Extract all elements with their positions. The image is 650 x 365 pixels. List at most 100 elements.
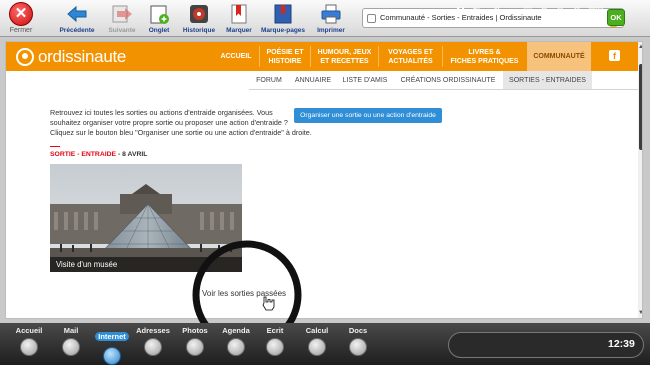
- dock-photos[interactable]: Photos: [175, 326, 215, 356]
- tools-icon[interactable]: ⚒: [456, 6, 465, 18]
- nav-humour[interactable]: HUMOUR, JEUX ET RECETTES: [311, 42, 378, 71]
- print-button[interactable]: Imprimer: [311, 3, 351, 34]
- bookmark-button[interactable]: Marquer: [222, 3, 256, 34]
- nav-label: POÉSIE ET: [266, 48, 304, 56]
- nav-label: ACTUALITÉS: [388, 57, 433, 65]
- nav-label: VOYAGES ET: [388, 48, 433, 56]
- new-tab-label: Onglet: [148, 27, 170, 34]
- nav-accueil[interactable]: ACCUEIL: [213, 42, 259, 71]
- site-logo[interactable]: ordissinaute: [16, 46, 126, 68]
- site-favicon: [367, 14, 376, 23]
- contacts-icon: [144, 338, 162, 356]
- pen-icon: [266, 338, 284, 356]
- calendar-icon: [227, 338, 245, 356]
- intro-line: Retrouvez ici toutes les sorties ou acti…: [50, 108, 273, 117]
- scroll-thumb[interactable]: [639, 64, 642, 150]
- volume-icon[interactable]: ◀): [489, 6, 500, 18]
- dock-mail[interactable]: Mail: [51, 326, 91, 356]
- new-tab-icon: [148, 3, 170, 25]
- nav-label: HUMOUR, JEUX: [317, 48, 372, 56]
- subnav-divider: [249, 89, 638, 90]
- organize-event-button[interactable]: Organiser une sortie ou une action d'ent…: [294, 108, 442, 123]
- event-caption: Visite d'un musée: [50, 257, 242, 272]
- go-button[interactable]: OK: [607, 9, 625, 26]
- dock-label: Calcul: [305, 326, 329, 335]
- close-icon: ✕: [9, 2, 33, 26]
- subnav-sorties-entraides[interactable]: SORTIES - ENTRAIDES: [503, 71, 592, 89]
- event-card[interactable]: Visite d'un musée: [50, 164, 242, 272]
- event-photo: [50, 164, 242, 272]
- history-label: Historique: [182, 27, 216, 34]
- camera-icon: [186, 338, 204, 356]
- intro-line: souhaitez organiser votre propre sortie …: [50, 118, 288, 127]
- dock-label: Accueil: [15, 326, 43, 335]
- nav-label: FICHES PRATIQUES: [450, 57, 519, 65]
- nav-communaute[interactable]: COMMUNAUTÉ: [527, 42, 591, 71]
- browser-toolbar: ✕ Fermer Précédente Suivante Onglet Hist…: [0, 0, 650, 37]
- event-category: SORTIE - ENTRAIDE: [50, 151, 117, 158]
- bookmarks-list-label: Marque-pages: [260, 27, 306, 34]
- dock-docs[interactable]: Docs: [338, 326, 378, 356]
- back-label: Précédente: [59, 27, 95, 34]
- bookmarks-list-icon: [272, 3, 294, 25]
- page-scrollbar[interactable]: ▲ ▼: [638, 42, 642, 318]
- nav-voyages[interactable]: VOYAGES ET ACTUALITÉS: [379, 42, 442, 71]
- intro-text: Retrouvez ici toutes les sorties ou acti…: [50, 108, 312, 138]
- nav-label: ACCUEIL: [220, 53, 252, 60]
- nav-label: COMMUNAUTÉ: [533, 53, 585, 60]
- nav-livres[interactable]: LIVRES & FICHES PRATIQUES: [443, 42, 526, 71]
- screen-icon[interactable]: ▣: [523, 6, 532, 18]
- dock-agenda[interactable]: Agenda: [216, 326, 256, 356]
- scroll-down-icon[interactable]: ▼: [638, 310, 642, 316]
- forward-button[interactable]: Suivante: [102, 3, 142, 34]
- mail-icon: [62, 338, 80, 356]
- bookmarks-list-button[interactable]: Marque-pages: [258, 3, 308, 34]
- nav-label: LIVRES &: [468, 48, 501, 56]
- dock-label: Docs: [348, 326, 368, 335]
- history-icon: [188, 3, 210, 25]
- scroll-up-icon[interactable]: ▲: [638, 44, 642, 50]
- intro-line: Cliquez sur le bouton bleu "Organiser un…: [50, 128, 312, 137]
- zoom-out-icon[interactable]: ⊖: [556, 6, 564, 18]
- dock-calcul[interactable]: Calcul: [297, 326, 337, 356]
- subnav-creations[interactable]: CRÉATIONS ORDISSINAUTE: [394, 71, 502, 89]
- dock-label: Ecrit: [266, 326, 284, 335]
- event-heading: SORTIE - ENTRAIDE - 8 AVRIL: [50, 151, 147, 158]
- nav-label: ET RECETTES: [320, 57, 369, 65]
- close-button[interactable]: ✕ Fermer: [4, 2, 38, 36]
- subnav-forum[interactable]: FORUM: [250, 71, 288, 89]
- globe-icon: [103, 347, 121, 365]
- dock-internet[interactable]: Internet: [92, 326, 132, 365]
- help-icon[interactable]: ◎: [596, 6, 605, 18]
- back-button[interactable]: Précédente: [55, 3, 99, 34]
- logo-text: ordissinaute: [38, 47, 127, 66]
- dock-ecrit[interactable]: Ecrit: [255, 326, 295, 356]
- printer-icon: [320, 3, 342, 25]
- documents-icon: [349, 338, 367, 356]
- logo-icon: [16, 48, 34, 66]
- subnav-annuaire[interactable]: ANNUAIRE: [290, 71, 336, 89]
- history-button[interactable]: Historique: [179, 3, 219, 34]
- clock: 12:39: [608, 338, 635, 350]
- subnav-liste-amis[interactable]: LISTE D'AMIS: [337, 71, 393, 89]
- nav-poesie[interactable]: POÉSIE ET HISTOIRE: [260, 42, 310, 71]
- dock-label: Adresses: [136, 326, 170, 335]
- past-events-button[interactable]: Voir les sorties passées: [202, 289, 286, 298]
- undo-icon[interactable]: ↶: [572, 6, 580, 18]
- dock-accueil[interactable]: Accueil: [9, 326, 49, 356]
- nav-label: HISTOIRE: [268, 57, 302, 65]
- dock-label: Internet: [95, 332, 129, 341]
- new-tab-button[interactable]: Onglet: [143, 3, 175, 34]
- home-icon: [20, 338, 38, 356]
- event-date: - 8 AVRIL: [116, 151, 148, 158]
- print-label: Imprimer: [317, 27, 345, 34]
- dock-adresses[interactable]: Adresses: [133, 326, 173, 356]
- site-header: ordissinaute ACCUEIL POÉSIE ET HISTOIRE H…: [6, 42, 638, 71]
- facebook-icon[interactable]: f: [609, 50, 620, 61]
- zoom-in-icon[interactable]: ⊕: [540, 6, 548, 18]
- battery-icon[interactable]: ▭: [507, 6, 516, 18]
- forward-arrow-icon: [111, 3, 133, 25]
- close-label: Fermer: [9, 27, 33, 34]
- wifi-icon[interactable]: ≋: [472, 6, 480, 18]
- forward-label: Suivante: [108, 27, 136, 34]
